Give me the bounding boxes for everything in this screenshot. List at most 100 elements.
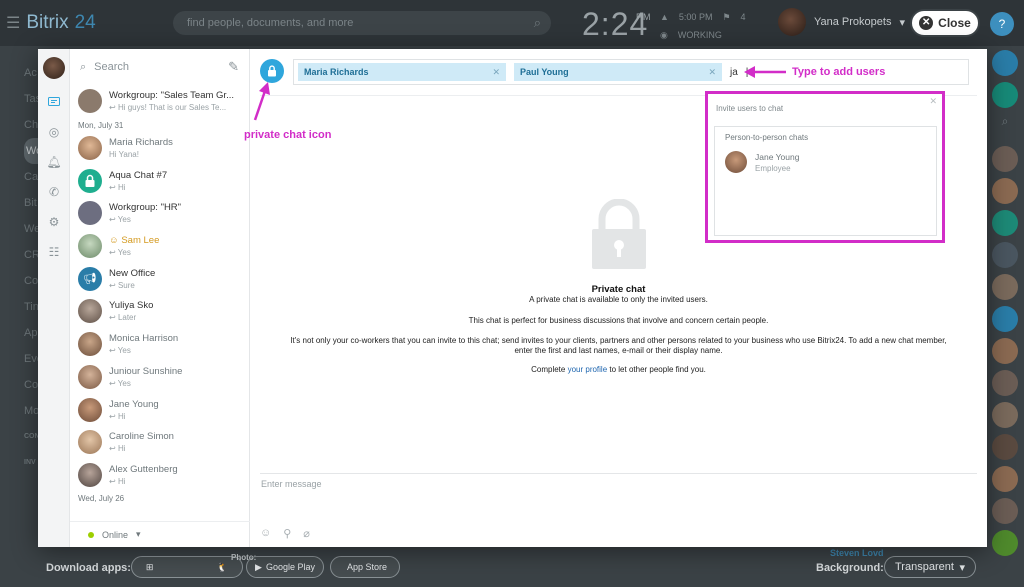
search-icon[interactable]: ⌕ <box>992 114 1018 140</box>
private-chat-text: This chat is perfect for business discus… <box>468 316 769 325</box>
user-token[interactable]: Maria Richards ✕ <box>298 63 506 81</box>
list-item[interactable]: Maria Richards Hi Yana! <box>70 132 249 165</box>
extranet-icon: ☺ <box>109 235 122 247</box>
linux-icon[interactable]: 🐧 <box>217 562 228 573</box>
workday-meta[interactable]: ▲ 5:00 PM ⚑ 4 ◉ WORKING <box>660 8 746 44</box>
nav-item[interactable]: Ch <box>24 112 38 138</box>
list-item[interactable]: Alex Guttenberg ↩ Hi <box>70 459 249 492</box>
logo[interactable]: ☰ Bitrix 24 <box>6 12 96 34</box>
help-button[interactable]: ? <box>990 12 1014 36</box>
avatar[interactable] <box>992 434 1018 460</box>
nav-item[interactable]: Ca <box>24 164 38 190</box>
avatar[interactable] <box>992 498 1018 524</box>
nav-item[interactable]: Bit <box>24 190 38 216</box>
list-item[interactable]: ☺ Sam Lee ↩ Yes <box>70 230 249 263</box>
date-separator: Mon, July 31 <box>78 120 124 130</box>
menu-icon[interactable]: ☰ <box>6 13 20 33</box>
chat-search[interactable]: ⌕ Search ✎ <box>70 49 249 85</box>
list-item[interactable]: Monica Harrison ↩ Yes <box>70 328 249 361</box>
last-message: Yes <box>117 346 131 356</box>
smile-icon[interactable]: ☺ <box>260 527 271 540</box>
user-icon[interactable]: ⚲ <box>283 527 291 540</box>
chat-icon[interactable] <box>38 87 70 117</box>
last-message: Yes <box>117 215 131 225</box>
list-item[interactable]: Jane Young ↩ Hi <box>70 393 249 426</box>
nav-item[interactable]: Co <box>24 372 38 398</box>
avatar[interactable] <box>992 338 1018 364</box>
reply-icon: ↩ <box>109 411 118 421</box>
list-item[interactable]: 📢︎ New Office ↩ Sure <box>70 262 249 295</box>
google-play-button[interactable]: ▶ Google Play <box>246 556 324 578</box>
reply-icon: ↩ <box>109 215 118 225</box>
avatar[interactable] <box>992 210 1018 236</box>
last-message: Yes <box>117 248 131 258</box>
background-label: Background: <box>816 562 884 574</box>
app-store-button[interactable]: App Store <box>330 556 400 578</box>
avatar <box>78 430 102 455</box>
list-item[interactable]: Yuliya Sko ↩ Later <box>70 295 249 328</box>
user-token[interactable]: Paul Young ✕ <box>514 63 722 81</box>
bell-icon[interactable]: 🔔︎ <box>38 147 70 177</box>
phone-icon[interactable]: ✆ <box>38 177 70 207</box>
windows-icon[interactable]: ⊞ <box>146 562 154 573</box>
gear-icon[interactable]: ⚙ <box>38 207 70 237</box>
nav-item[interactable]: Tas <box>24 86 38 112</box>
private-chat-icon[interactable] <box>260 59 284 83</box>
openlines-icon[interactable] <box>992 82 1018 108</box>
search-icon[interactable]: ⌕ <box>534 15 541 31</box>
remove-icon[interactable]: ✕ <box>708 67 716 78</box>
avatar[interactable] <box>992 274 1018 300</box>
nav-item[interactable]: Mo <box>24 398 38 424</box>
top-bar: ☰ Bitrix 24 find people, documents, and … <box>0 0 1024 46</box>
list-item[interactable]: Workgroup: "HR" ↩ Yes <box>70 197 249 230</box>
list-item[interactable]: Workgroup: "Sales Team Gr... ↩ Hi guys! T… <box>70 85 249 118</box>
chat-area: Maria Richards ✕ Paul Young ✕ ja | Invite… <box>250 49 987 547</box>
chat-name: Caroline Simon <box>109 431 174 443</box>
avatar <box>78 332 102 357</box>
own-avatar[interactable] <box>42 57 65 79</box>
typed-text[interactable]: ja <box>730 67 738 78</box>
list-item[interactable]: Caroline Simon ↩ Hi <box>70 426 249 459</box>
invite-result-item[interactable]: Jane Young Employee <box>725 151 799 173</box>
remove-icon[interactable]: ✕ <box>492 67 500 78</box>
nav-item[interactable]: Ac <box>24 60 38 86</box>
nav-item[interactable]: Ap <box>24 320 38 346</box>
private-chat-title: Private chat <box>591 284 646 295</box>
nav-item[interactable]: Wo <box>24 138 38 164</box>
avatar[interactable] <box>992 370 1018 396</box>
avatar[interactable] <box>992 178 1018 204</box>
nav-item[interactable]: Tin <box>24 294 38 320</box>
lock-icon <box>78 168 102 193</box>
new-chat-icon[interactable]: ✎ <box>228 59 239 75</box>
nav-item[interactable]: CR <box>24 242 38 268</box>
list-icon[interactable]: ☷ <box>38 237 70 267</box>
user-menu[interactable]: Yana Prokopets ▾ <box>778 8 905 36</box>
message-input[interactable]: Enter message <box>261 479 322 489</box>
status-selector[interactable]: Online ▾ <box>70 521 250 547</box>
global-search-input[interactable]: find people, documents, and more ⌕ <box>173 11 551 35</box>
list-item[interactable]: Juniour Sunshine ↩ Yes <box>70 361 249 394</box>
avatar[interactable] <box>992 402 1018 428</box>
chat-search-label: Search <box>94 61 130 73</box>
composer-tools: ☺ ⚲ ⌀ <box>260 527 310 540</box>
close-icon[interactable]: ✕ <box>929 96 937 107</box>
close-button[interactable]: ✕ Close <box>912 11 978 35</box>
nav-item[interactable]: We <box>24 216 38 242</box>
nav-item[interactable]: Co <box>24 268 38 294</box>
avatar[interactable] <box>992 306 1018 332</box>
close-label: Close <box>938 16 971 30</box>
flag-icon: ⚑ <box>722 12 731 22</box>
avatar[interactable] <box>992 146 1018 172</box>
logo-text: Bitrix <box>26 12 69 33</box>
openlines-icon[interactable]: ◎ <box>38 117 70 147</box>
avatar[interactable] <box>992 242 1018 268</box>
divider <box>260 473 977 474</box>
attach-icon[interactable]: ⌀ <box>303 527 310 540</box>
bell-icon[interactable] <box>992 50 1018 76</box>
nav-item[interactable]: Eve <box>24 346 38 372</box>
your-profile-link[interactable]: your profile <box>568 365 608 374</box>
avatar[interactable] <box>992 466 1018 492</box>
background-select[interactable]: Transparent ▾ <box>884 556 976 578</box>
list-item[interactable]: Aqua Chat #7 ↩ Hi <box>70 164 249 197</box>
chevron-down-icon: ▾ <box>899 16 905 29</box>
